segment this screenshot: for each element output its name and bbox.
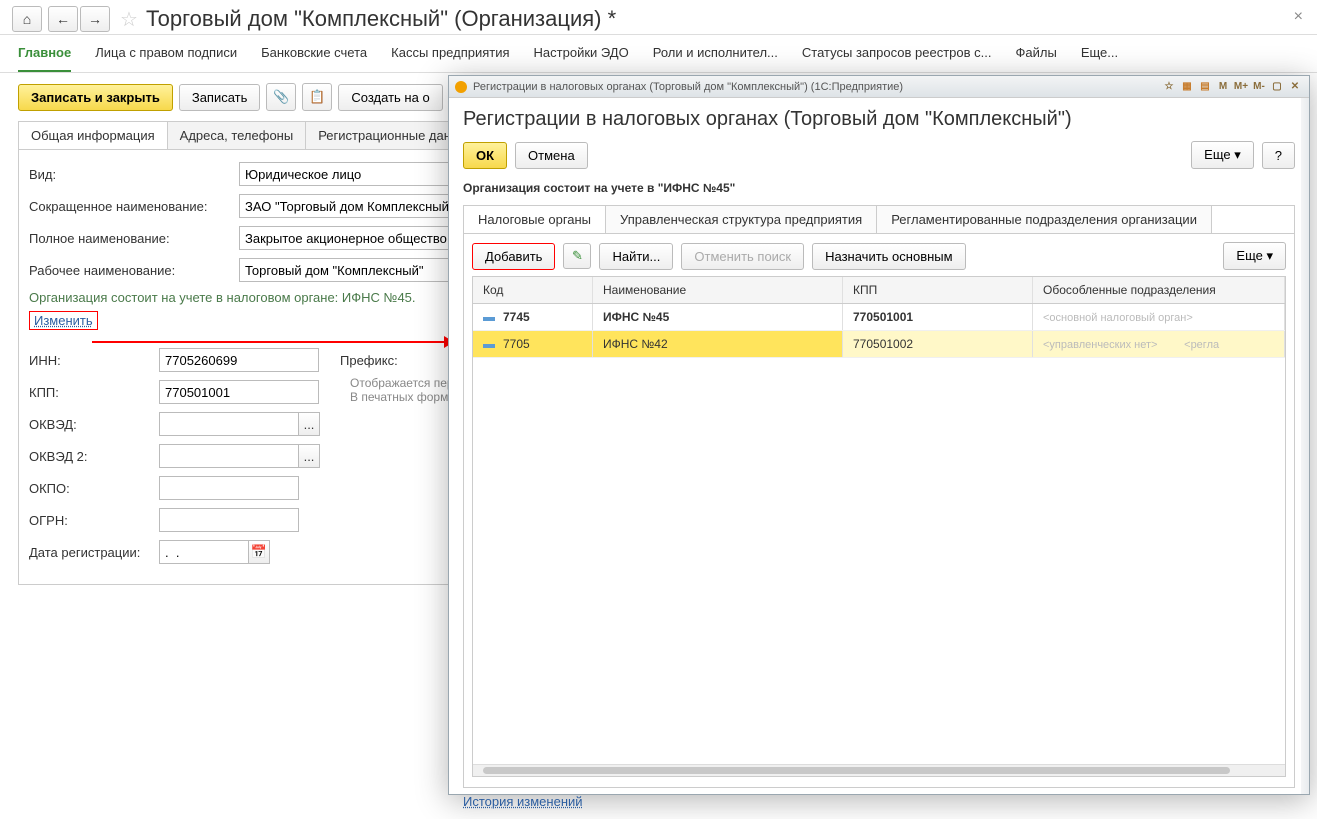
col-units[interactable]: Обособленные подразделения — [1033, 277, 1285, 303]
tab-roles[interactable]: Роли и исполнител... — [653, 45, 778, 72]
tax-registration-dialog: Регистрации в налоговых органах (Торговы… — [448, 75, 1310, 795]
list-icon-button[interactable]: 📋 — [302, 83, 332, 111]
inn-label: ИНН: — [29, 353, 159, 368]
change-link[interactable]: Изменить — [29, 311, 98, 330]
horizontal-scrollbar[interactable] — [473, 764, 1285, 776]
kpp-input[interactable] — [159, 380, 319, 404]
tab-signers[interactable]: Лица с правом подписи — [95, 45, 237, 72]
modal-ok-button[interactable]: ОК — [463, 142, 507, 169]
modal-more-button[interactable]: Еще ▾ — [1191, 141, 1254, 169]
add-button[interactable]: Добавить — [472, 243, 555, 270]
tab-cash[interactable]: Кассы предприятия — [391, 45, 509, 72]
modal-cancel-button[interactable]: Отмена — [515, 142, 588, 169]
okved-input[interactable] — [159, 412, 299, 436]
okved2-input[interactable] — [159, 444, 299, 468]
attach-icon-button[interactable]: 📎 — [266, 83, 296, 111]
fullname-input[interactable] — [239, 226, 479, 250]
okpo-input[interactable] — [159, 476, 299, 500]
tab-main[interactable]: Главное — [18, 45, 71, 72]
workname-input[interactable] — [239, 258, 479, 282]
tab-more[interactable]: Еще... — [1081, 45, 1118, 72]
table-row[interactable]: 7745 ИФНС №45 770501001 <основной налого… — [473, 304, 1285, 331]
kind-label: Вид: — [29, 167, 239, 182]
tab-bank[interactable]: Банковские счета — [261, 45, 367, 72]
modal-tab-tax[interactable]: Налоговые органы — [464, 206, 606, 233]
col-name[interactable]: Наименование — [593, 277, 843, 303]
ogrn-input[interactable] — [159, 508, 299, 532]
save-button[interactable]: Записать — [179, 84, 261, 111]
shortname-label: Сокращенное наименование: — [29, 199, 239, 214]
m-plus-button[interactable]: M+ — [1233, 79, 1249, 95]
modal-titlebar-text: Регистрации в налоговых органах (Торговы… — [473, 81, 903, 93]
calc-icon[interactable]: ▤ — [1197, 79, 1213, 95]
create-on-button[interactable]: Создать на о — [338, 84, 442, 111]
close-button[interactable]: × — [1294, 8, 1303, 26]
edit-icon-button[interactable]: ✎ — [563, 243, 591, 269]
save-close-button[interactable]: Записать и закрыть — [18, 84, 173, 111]
scrollbar-right[interactable] — [1301, 98, 1309, 794]
tab-statuses[interactable]: Статусы запросов реестров с... — [802, 45, 992, 72]
workname-label: Рабочее наименование: — [29, 263, 239, 278]
row-icon — [483, 344, 495, 348]
kind-input[interactable] — [239, 162, 479, 186]
tab-files[interactable]: Файлы — [1016, 45, 1057, 72]
restore-icon[interactable]: ▢ — [1269, 79, 1285, 95]
m-button[interactable]: M — [1215, 79, 1231, 95]
forward-button[interactable]: → — [80, 6, 110, 32]
regdate-label: Дата регистрации: — [29, 545, 159, 560]
okved-label: ОКВЭД: — [29, 417, 159, 432]
main-tabs: Главное Лица с правом подписи Банковские… — [0, 35, 1317, 73]
modal-tab-units[interactable]: Регламентированные подразделения организ… — [877, 206, 1212, 233]
cancel-search-button[interactable]: Отменить поиск — [681, 243, 804, 270]
modal-tab-struct[interactable]: Управленческая структура предприятия — [606, 206, 877, 233]
row-icon — [483, 317, 495, 321]
subtab-general[interactable]: Общая информация — [18, 121, 168, 149]
table-row[interactable]: 7705 ИФНС №42 770501002 <управленческих … — [473, 331, 1285, 358]
inn-input[interactable] — [159, 348, 319, 372]
okved-picker[interactable]: ... — [298, 412, 320, 436]
shortname-input[interactable] — [239, 194, 479, 218]
regdate-calendar[interactable]: 📅 — [248, 540, 270, 564]
modal-heading: Регистрации в налоговых органах (Торговы… — [463, 108, 1295, 131]
back-button[interactable]: ← — [48, 6, 78, 32]
tab-edo[interactable]: Настройки ЭДО — [534, 45, 629, 72]
modal-close-icon[interactable]: ✕ — [1287, 79, 1303, 95]
grid-icon[interactable]: ▦ — [1179, 79, 1195, 95]
okpo-label: ОКПО: — [29, 481, 159, 496]
okved2-label: ОКВЭД 2: — [29, 449, 159, 464]
m-minus-button[interactable]: M- — [1251, 79, 1267, 95]
modal-info: Организация состоит на учете в "ИФНС №45… — [463, 181, 1295, 195]
modal-help-button[interactable]: ? — [1262, 142, 1295, 169]
col-kpp[interactable]: КПП — [843, 277, 1033, 303]
favorite-star-icon[interactable]: ☆ — [120, 7, 138, 32]
subtab-addresses[interactable]: Адреса, телефоны — [167, 121, 307, 149]
table-more-button[interactable]: Еще ▾ — [1223, 242, 1286, 270]
subtab-reg[interactable]: Регистрационные данн — [305, 121, 471, 149]
page-title: Торговый дом "Комплексный" (Организация)… — [146, 6, 616, 32]
tax-table: Код Наименование КПП Обособленные подраз… — [472, 276, 1286, 777]
regdate-input[interactable] — [159, 540, 249, 564]
app-icon — [455, 81, 467, 93]
col-code[interactable]: Код — [473, 277, 593, 303]
ogrn-label: ОГРН: — [29, 513, 159, 528]
fullname-label: Полное наименование: — [29, 231, 239, 246]
set-main-button[interactable]: Назначить основным — [812, 243, 965, 270]
favorite-icon[interactable]: ☆ — [1161, 79, 1177, 95]
okved2-picker[interactable]: ... — [298, 444, 320, 468]
home-button[interactable]: ⌂ — [12, 6, 42, 32]
find-button[interactable]: Найти... — [599, 243, 673, 270]
annotation-arrow — [92, 341, 446, 343]
kpp-label: КПП: — [29, 385, 159, 400]
